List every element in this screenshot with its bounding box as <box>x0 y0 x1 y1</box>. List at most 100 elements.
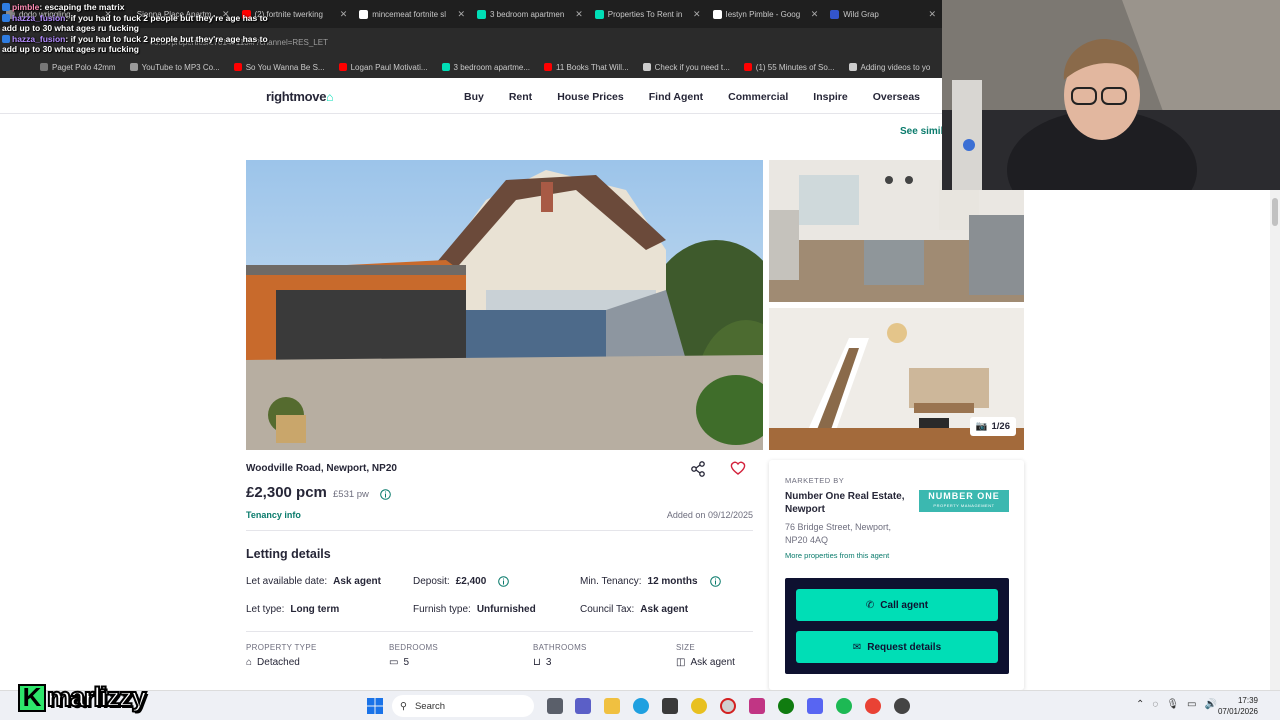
info-icon[interactable] <box>380 487 391 505</box>
tab-title: 3 bedroom apartmen <box>490 9 565 19</box>
size: SIZE ◫ Ask agent <box>676 643 735 668</box>
bedrooms: BEDROOMS ▭ 5 <box>389 643 439 668</box>
teams-icon[interactable] <box>575 698 591 714</box>
tenancy-info-link[interactable]: Tenancy info <box>246 510 301 520</box>
chat-message: hazza_fusion: if you had to fuck 2 peopl… <box>2 13 382 24</box>
chat-message: add up to 30 what ages ru fucking <box>2 23 382 34</box>
store-icon[interactable] <box>662 698 678 714</box>
nav-overseas[interactable]: Overseas <box>873 91 920 103</box>
chat-username: pimble <box>12 2 40 12</box>
close-icon[interactable]: ✕ <box>811 9 819 20</box>
close-icon[interactable]: ✕ <box>457 9 465 20</box>
windows-taskbar: ⚲ Search ⌃ ◌ 🎙 ▭ 🔊 17:39 07/01/2026 <box>0 690 1280 720</box>
instagram-icon[interactable] <box>749 698 765 714</box>
obs-icon[interactable] <box>894 698 910 714</box>
monitor-icon[interactable]: ▭ <box>1187 699 1196 710</box>
browser-tab[interactable]: Properties To Rent in ✕ <box>589 0 707 28</box>
detail-furnish-type: Furnish type: Unfurnished <box>413 604 536 615</box>
rightmove-logo[interactable]: rightmove⌂ <box>266 89 333 104</box>
opera-icon[interactable] <box>720 698 736 714</box>
photo-counter-button[interactable]: 📷 1/26 <box>969 417 1016 436</box>
house-icon: ⌂ <box>246 657 253 668</box>
page-scrollbar[interactable] <box>1270 190 1280 690</box>
nav-rent[interactable]: Rent <box>509 91 532 103</box>
bookmark-item[interactable]: (1) 55 Minutes of So... <box>743 63 835 72</box>
nav-commercial[interactable]: Commercial <box>728 91 788 103</box>
task-view-icon[interactable] <box>547 698 563 714</box>
tab-title: Properties To Rent in <box>607 9 683 19</box>
spotify-icon[interactable] <box>836 698 852 714</box>
ruler-icon: ◫ <box>676 657 686 668</box>
chat-username: hazza_fusion <box>12 12 66 23</box>
chrome-icon[interactable] <box>865 698 881 714</box>
discord-icon[interactable] <box>807 698 823 714</box>
property-type: PROPERTY TYPE ⌂ Detached <box>246 643 317 668</box>
microphone-icon[interactable]: 🎙 <box>1166 699 1179 710</box>
windows-start-icon[interactable] <box>367 698 383 714</box>
tab-favicon-icon <box>830 9 840 19</box>
detail-let-available: Let available date: Ask agent <box>246 576 381 587</box>
nav-find-agent[interactable]: Find Agent <box>649 91 703 103</box>
chat-message: pimble: escaping the matrix <box>2 2 382 13</box>
webcam-overlay <box>942 0 1280 190</box>
bookmark-item[interactable]: 11 Books That Will... <box>544 63 629 72</box>
volume-icon[interactable]: 🔊 <box>1205 699 1217 710</box>
bookmark-item[interactable]: 3 bedroom apartme... <box>441 63 530 72</box>
network-icon[interactable]: ◌ <box>1152 699 1158 710</box>
close-icon[interactable]: ✕ <box>575 9 583 20</box>
request-details-button[interactable]: ✉ Request details <box>796 631 998 663</box>
tab-favicon-icon <box>712 9 722 19</box>
hallway-photo[interactable]: 📷 1/26 <box>769 308 1024 450</box>
detail-let-type: Let type: Long term <box>246 604 340 615</box>
taskbar-clock[interactable]: 17:39 07/01/2026 <box>1218 695 1258 717</box>
price-pw: £531 pw <box>333 489 369 500</box>
chat-message: hazza_fusion: if you had to fuck 2 peopl… <box>2 34 382 45</box>
chat-text: : escaping the matrix <box>39 2 125 12</box>
share-icon[interactable] <box>689 460 707 478</box>
detail-council-tax: Council Tax: Ask agent <box>580 604 689 615</box>
bookmark-favicon-icon <box>441 63 450 71</box>
agent-name[interactable]: Number One Real Estate, Newport <box>785 491 915 516</box>
bookmark-item[interactable]: Paget Polo 42mm <box>40 63 116 72</box>
browser-tab[interactable]: Wild Grap ✕ <box>824 0 942 28</box>
call-agent-button[interactable]: ✆ Call agent <box>796 589 998 621</box>
phone-icon: ✆ <box>865 599 875 611</box>
scrollbar-thumb[interactable] <box>1272 198 1278 226</box>
nav-buy[interactable]: Buy <box>464 91 484 103</box>
chat-badge-icon <box>2 3 10 11</box>
close-icon[interactable]: ✕ <box>928 9 936 20</box>
file-explorer-icon[interactable] <box>604 698 620 714</box>
chat-text: add up to 30 what ages ru fucking <box>2 23 139 33</box>
agent-logo[interactable]: NUMBER ONE PROPERTY MANAGEMENT <box>919 490 1009 512</box>
see-similar-link[interactable]: See simil <box>900 126 943 137</box>
edge-icon[interactable] <box>633 698 649 714</box>
browser-tab[interactable]: Iestyn Pimble - Goog ✕ <box>707 0 825 28</box>
bookmark-item[interactable]: YouTube to MP3 Co... <box>129 63 220 72</box>
house-logo-icon: ⌂ <box>326 90 334 104</box>
close-icon[interactable]: ✕ <box>693 9 701 20</box>
tenancy-info-icon[interactable] <box>709 576 721 587</box>
xbox-icon[interactable] <box>778 698 794 714</box>
main-property-photo[interactable] <box>246 160 763 450</box>
bookmark-item[interactable]: Logan Paul Motivati... <box>338 63 428 72</box>
chevron-up-icon[interactable]: ⌃ <box>1136 699 1144 710</box>
heart-icon[interactable] <box>729 459 747 477</box>
detail-min-tenancy: Min. Tenancy: 12 months <box>580 576 721 587</box>
property-address: Woodville Road, Newport, NP20 <box>246 463 397 474</box>
nav-inspire[interactable]: Inspire <box>813 91 847 103</box>
bookmark-item[interactable]: So You Wanna Be S... <box>233 63 325 72</box>
marketed-by-label: MARKETED BY <box>785 476 845 485</box>
nav-house-prices[interactable]: House Prices <box>557 91 624 103</box>
bookmark-favicon-icon <box>129 63 138 71</box>
bookmark-item[interactable]: Adding videos to yo <box>848 63 930 72</box>
taskbar-search[interactable]: ⚲ Search <box>392 695 534 717</box>
app-icon[interactable] <box>691 698 707 714</box>
bookmark-item[interactable]: Check if you need t... <box>642 63 730 72</box>
browser-tab[interactable]: 3 bedroom apartmen ✕ <box>471 0 589 28</box>
bookmark-favicon-icon <box>544 63 553 71</box>
more-properties-link[interactable]: More properties from this agent <box>785 551 889 560</box>
chat-message: add up to 30 what ages ru fucking <box>2 44 382 55</box>
divider <box>246 631 753 632</box>
deposit-info-icon[interactable] <box>498 576 510 587</box>
envelope-icon: ✉ <box>852 641 862 653</box>
